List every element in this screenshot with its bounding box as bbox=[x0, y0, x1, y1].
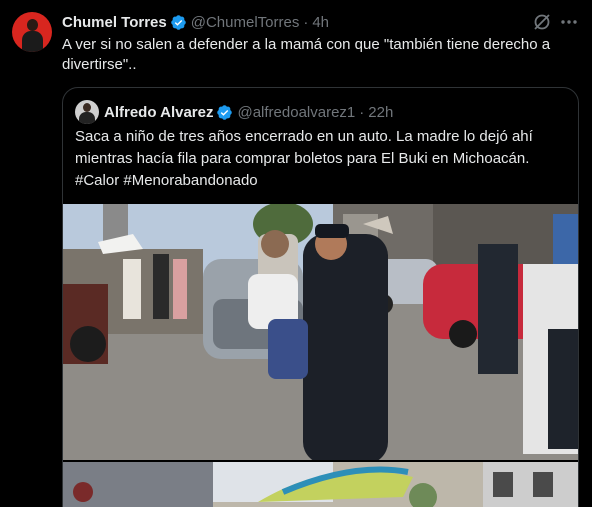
author-handle[interactable]: @ChumelTorres bbox=[191, 14, 300, 31]
verified-icon bbox=[170, 14, 186, 30]
more-icon[interactable] bbox=[558, 12, 580, 32]
quote-avatar-head bbox=[83, 103, 91, 112]
quote-avatar-body bbox=[79, 112, 95, 124]
header-separator: · bbox=[303, 13, 309, 31]
tweet-header: Chumel Torres @ChumelTorres · 4h bbox=[62, 12, 329, 32]
quote-verified-icon bbox=[217, 104, 233, 120]
quote-photo-2[interactable] bbox=[63, 462, 578, 507]
quote-author-name[interactable]: Alfredo Alvarez bbox=[104, 104, 213, 121]
quote-photo[interactable] bbox=[63, 204, 578, 460]
crowd-scene-image bbox=[63, 462, 578, 507]
quote-author-handle[interactable]: @alfredoalvarez1 bbox=[237, 104, 355, 121]
avatar-figure-body bbox=[22, 31, 43, 52]
quote-text: Saca a niño de tres años encerrado en un… bbox=[75, 128, 533, 189]
tweet-text: A ver si no salen a defender a la mamá c… bbox=[62, 36, 551, 73]
street-scene-image bbox=[63, 204, 578, 460]
quote-header-separator: · bbox=[359, 103, 365, 121]
author-avatar[interactable] bbox=[12, 12, 52, 52]
tweet-timestamp[interactable]: 4h bbox=[312, 14, 329, 31]
avatar-figure-head bbox=[27, 19, 38, 31]
quote-author-avatar[interactable] bbox=[75, 100, 99, 124]
grok-icon[interactable] bbox=[532, 12, 552, 32]
quote-timestamp[interactable]: 22h bbox=[368, 104, 393, 121]
quote-header: Alfredo Alvarez @alfredoalvarez1 · 22h bbox=[104, 100, 393, 124]
author-name[interactable]: Chumel Torres bbox=[62, 14, 167, 31]
tweet[interactable]: Chumel Torres @ChumelTorres · 4h A ver s… bbox=[0, 0, 592, 507]
quoted-tweet[interactable]: Alfredo Alvarez @alfredoalvarez1 · 22h S… bbox=[62, 87, 579, 507]
